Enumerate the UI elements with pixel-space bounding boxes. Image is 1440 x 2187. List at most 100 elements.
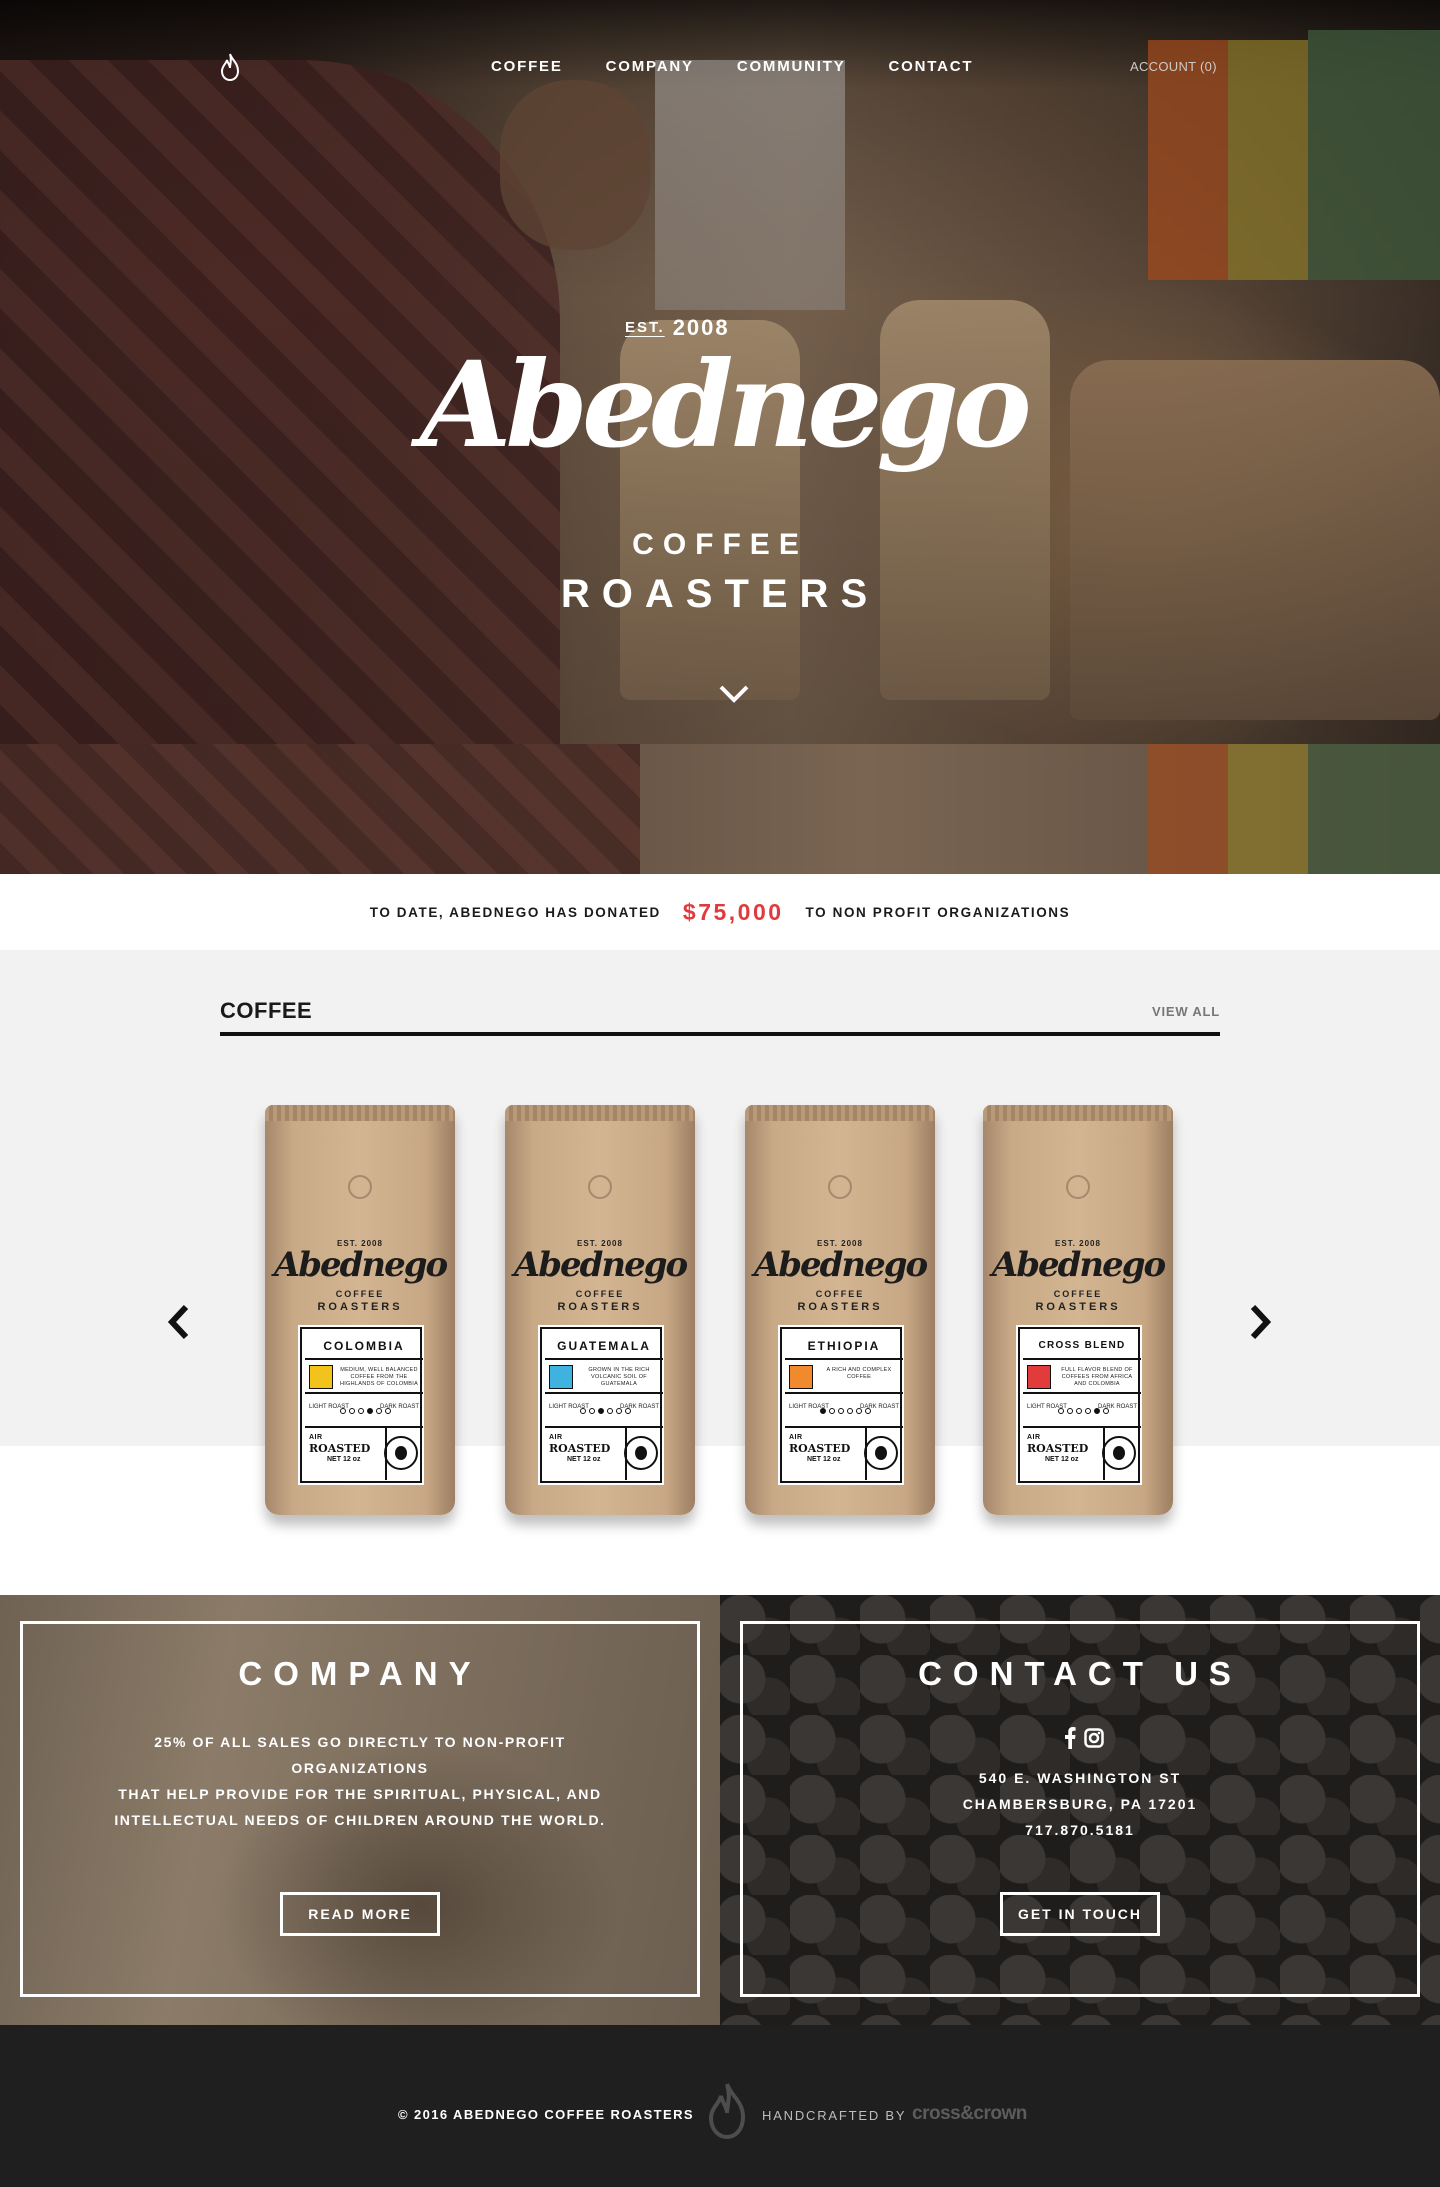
product-description: FULL FLAVOR BLEND OF COFFEES FROM AFRICA… bbox=[1061, 1367, 1133, 1387]
bag-crimp bbox=[745, 1105, 935, 1121]
social-links bbox=[1054, 1727, 1114, 1749]
company-panel: COMPANY 25% OF ALL SALES GO DIRECTLY TO … bbox=[0, 1595, 720, 2025]
product-description: A RICH AND COMPLEX COFFEE bbox=[826, 1367, 892, 1380]
bag-label: CROSS BLEND FULL FLAVOR BLEND OF COFFEES … bbox=[1016, 1325, 1142, 1485]
net-weight: NET 12 oz bbox=[567, 1456, 601, 1463]
phone-number[interactable]: 717.870.5181 bbox=[720, 1817, 1440, 1843]
product-card[interactable]: EST. 2008 Abednego COFFEE ROASTERS GUATEMALA… bbox=[505, 1105, 695, 1521]
roast-dot bbox=[366, 1408, 373, 1414]
air-word: AIR bbox=[789, 1434, 803, 1441]
donation-suffix: TO NON PROFIT ORGANIZATIONS bbox=[805, 904, 1071, 920]
roast-dot bbox=[1057, 1408, 1064, 1414]
agency-logo[interactable]: cross&crown bbox=[912, 2103, 1027, 2125]
roast-scale: LIGHT ROAST DARK ROAST bbox=[1023, 1394, 1141, 1428]
company-text-line: INTELLECTUAL NEEDS OF CHILDREN AROUND TH… bbox=[114, 1812, 606, 1828]
bag-valve bbox=[1066, 1175, 1090, 1199]
bag-roasters-word: ROASTERS bbox=[557, 1301, 643, 1313]
facebook-icon[interactable] bbox=[1064, 1727, 1076, 1749]
hero-flag bbox=[1308, 744, 1440, 874]
hero-banner: COFFEE COMPANY COMMUNITY CONTACT ACCOUNT… bbox=[0, 0, 1440, 744]
company-text-line: ORGANIZATIONS bbox=[291, 1760, 429, 1776]
bag-valve bbox=[828, 1175, 852, 1199]
company-description: 25% OF ALL SALES GO DIRECTLY TO NON-PROF… bbox=[0, 1729, 720, 1833]
company-text-line: THAT HELP PROVIDE FOR THE SPIRITUAL, PHY… bbox=[118, 1786, 602, 1802]
roast-dot bbox=[1084, 1408, 1091, 1414]
instagram-icon[interactable] bbox=[1084, 1728, 1104, 1748]
product-description: GROWN IN THE RICH VOLCANIC SOIL OF GUATE… bbox=[588, 1367, 650, 1387]
nav-link-company[interactable]: COMPANY bbox=[606, 58, 694, 75]
origin-map-icon bbox=[1027, 1365, 1051, 1389]
nav-link-community[interactable]: COMMUNITY bbox=[737, 58, 846, 75]
bag-label-footer: AIR ROASTED NET 12 oz bbox=[785, 1428, 903, 1480]
dark-roast-label: DARK ROAST bbox=[1097, 1404, 1137, 1410]
bag-label: COLOMBIA MEDIUM, WELL BALANCED COFFEE FRO… bbox=[298, 1325, 424, 1485]
hero-window bbox=[655, 60, 845, 310]
roast-scale: LIGHT ROAST DARK ROAST bbox=[305, 1394, 423, 1428]
origin-map-icon bbox=[309, 1365, 333, 1389]
origin-map-icon bbox=[549, 1365, 573, 1389]
account-link[interactable]: ACCOUNT (0) bbox=[1130, 59, 1217, 74]
bag-label-origin-row: A RICH AND COMPLEX COFFEE bbox=[785, 1360, 903, 1394]
origin-map-icon bbox=[789, 1365, 813, 1389]
bag-brand-script: Abednego bbox=[991, 1245, 1166, 1285]
get-in-touch-button[interactable]: GET IN TOUCH bbox=[1000, 1892, 1160, 1936]
roast-dot bbox=[606, 1408, 613, 1414]
nav-link-contact[interactable]: CONTACT bbox=[889, 58, 974, 75]
company-text-line: 25% OF ALL SALES GO DIRECTLY TO NON-PROF… bbox=[154, 1734, 566, 1750]
bag-label-origin-row: FULL FLAVOR BLEND OF COFFEES FROM AFRICA… bbox=[1023, 1360, 1141, 1394]
roast-dot bbox=[1075, 1408, 1082, 1414]
hero-flag bbox=[1228, 744, 1308, 874]
bag-crimp bbox=[265, 1105, 455, 1121]
dark-roast-label: DARK ROAST bbox=[619, 1404, 659, 1410]
footer-handcrafted-label: HANDCRAFTED BY bbox=[762, 2108, 907, 2123]
bag-roasters-word: ROASTERS bbox=[317, 1301, 403, 1313]
donation-prefix: TO DATE, ABEDNEGO HAS DONATED bbox=[369, 904, 661, 920]
roast-dot bbox=[348, 1408, 355, 1414]
bag-brand-script: Abednego bbox=[513, 1245, 688, 1285]
bag-label: GUATEMALA GROWN IN THE RICH VOLCANIC SOIL… bbox=[538, 1325, 664, 1485]
roast-dot bbox=[357, 1408, 364, 1414]
brand-coffee-word: COFFEE bbox=[632, 528, 808, 561]
bag-label-footer: AIR ROASTED NET 12 oz bbox=[1023, 1428, 1141, 1480]
roasted-word: ROASTED bbox=[549, 1442, 611, 1455]
footer-copyright: © 2016 ABEDNEGO COFFEE ROASTERS bbox=[398, 2107, 694, 2122]
product-card[interactable]: EST. 2008 Abednego COFFEE ROASTERS COLOMBIA M… bbox=[265, 1105, 455, 1521]
roast-dot bbox=[828, 1408, 835, 1414]
bag-valve bbox=[588, 1175, 612, 1199]
donation-amount: $75,000 bbox=[682, 898, 784, 925]
coffee-section-title: COFFEE bbox=[220, 998, 313, 1023]
product-name: GUATEMALA bbox=[545, 1332, 663, 1360]
roast-dot bbox=[819, 1408, 826, 1414]
chevron-left-icon[interactable] bbox=[164, 1302, 194, 1342]
flame-icon[interactable] bbox=[218, 52, 242, 82]
roasted-word: ROASTED bbox=[309, 1442, 371, 1455]
address-city: CHAMBERSBURG, PA 17201 bbox=[962, 1796, 1198, 1812]
roast-dot bbox=[588, 1408, 595, 1414]
nav-link-coffee[interactable]: COFFEE bbox=[491, 58, 563, 75]
flame-icon bbox=[708, 2083, 746, 2140]
bag-coffee-word: COFFEE bbox=[335, 1289, 385, 1299]
roast-dot bbox=[597, 1408, 604, 1414]
bag-label: ETHIOPIA A RICH AND COMPLEX COFFEE LIGHT R… bbox=[778, 1325, 904, 1485]
read-more-button[interactable]: READ MORE bbox=[280, 1892, 440, 1936]
bag-label-origin-row: MEDIUM, WELL BALANCED COFFEE FROM THE HI… bbox=[305, 1360, 423, 1394]
bag-label-origin-row: GROWN IN THE RICH VOLCANIC SOIL OF GUATE… bbox=[545, 1360, 663, 1394]
bag-coffee-word: COFFEE bbox=[575, 1289, 625, 1299]
address-street: 540 E. WASHINGTON ST bbox=[978, 1770, 1182, 1786]
coffee-section: COFFEE VIEW ALL EST. 2008 Abednego COFFEE R… bbox=[0, 950, 1440, 1595]
info-panels: COMPANY 25% OF ALL SALES GO DIRECTLY TO … bbox=[0, 1595, 1440, 2025]
bag-label-footer: AIR ROASTED NET 12 oz bbox=[305, 1428, 423, 1480]
coffee-bean-stamp-icon bbox=[384, 1436, 418, 1470]
air-word: AIR bbox=[309, 1434, 323, 1441]
bag-roasters-word: ROASTERS bbox=[1035, 1301, 1121, 1313]
product-card[interactable]: EST. 2008 Abednego COFFEE ROASTERS ETHIOPIA A… bbox=[745, 1105, 935, 1521]
chevron-down-icon[interactable] bbox=[718, 683, 750, 705]
product-description: MEDIUM, WELL BALANCED COFFEE FROM THE HI… bbox=[339, 1367, 419, 1387]
contact-title: CONTACT US bbox=[918, 1655, 1242, 1692]
bag-coffee-word: COFFEE bbox=[815, 1289, 865, 1299]
chevron-right-icon[interactable] bbox=[1245, 1302, 1275, 1342]
hero-coffee-sack bbox=[1070, 360, 1440, 720]
view-all-link[interactable]: VIEW ALL bbox=[1152, 1004, 1220, 1019]
product-card[interactable]: EST. 2008 Abednego COFFEE ROASTERS CROSS BLE… bbox=[983, 1105, 1173, 1521]
roast-dot bbox=[579, 1408, 586, 1414]
